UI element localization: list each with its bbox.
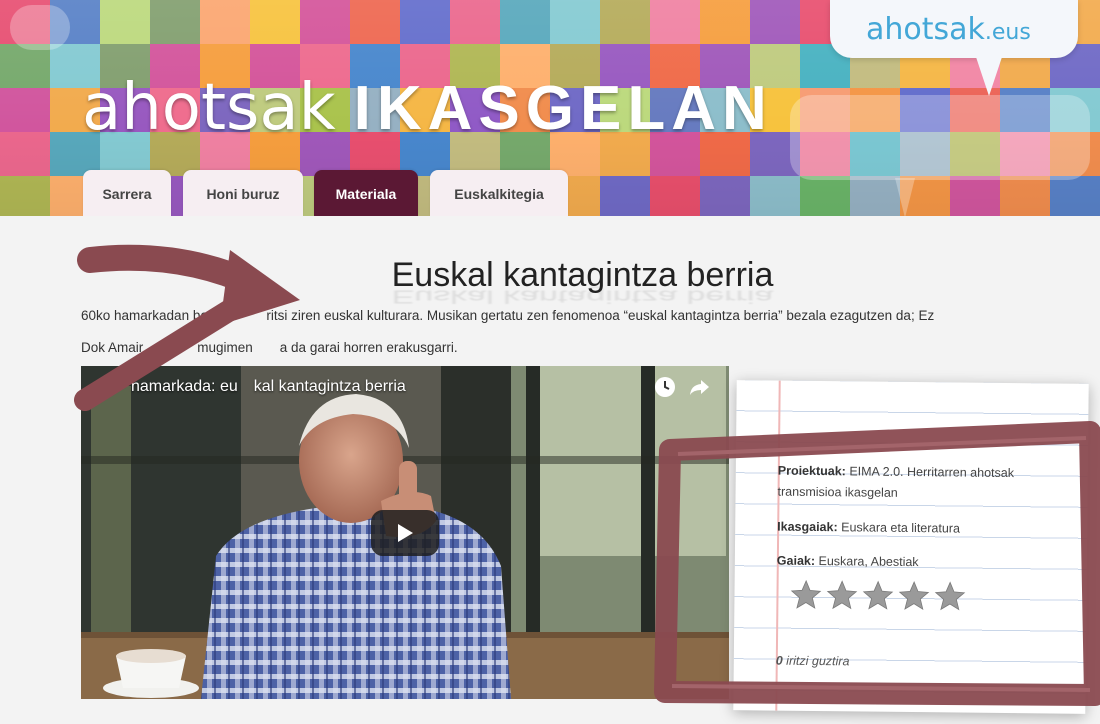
decorative-bubble <box>10 5 70 50</box>
info-card: Proiektuak: EIMA 2.0. Herritarren ahotsa… <box>733 380 1089 714</box>
star-rating <box>789 579 969 618</box>
card-projects: Proiektuak: EIMA 2.0. Herritarren ahotsa… <box>777 461 1067 506</box>
site-logo[interactable]: ahotsak IKASGELAN <box>82 68 773 149</box>
star-icon[interactable] <box>825 579 858 611</box>
topics-value[interactable]: Euskara, Abestiak <box>815 554 918 569</box>
star-icon[interactable] <box>933 580 966 612</box>
clock-icon[interactable] <box>653 375 677 399</box>
votes-text: iritzi guztira <box>782 653 850 669</box>
intro-paragraph: 60ko hamarkadan ber ritsi ziren euskal k… <box>81 300 1081 364</box>
video-title[interactable]: hamarkada: eu kal kantagintza berria <box>115 378 406 396</box>
ahotsak-eus-link[interactable]: ahotsak.eus <box>866 12 1031 51</box>
star-icon[interactable] <box>861 579 894 611</box>
play-button[interactable] <box>371 510 439 556</box>
video-player[interactable]: hamarkada: eu kal kantagintza berria <box>81 366 729 699</box>
card-subjects: Ikasgaiak: Euskara eta literatura <box>777 517 1067 541</box>
tab-sarrera[interactable]: Sarrera <box>83 170 171 216</box>
tab-euskalkitegia[interactable]: Euskalkitegia <box>430 170 568 216</box>
projects-value[interactable]: EIMA 2.0. Herritarren ahotsak <box>846 464 1014 480</box>
topics-label: Gaiak: <box>776 553 816 568</box>
site-header: ahotsak IKASGELAN ahotsak.eus Sarrera Hon… <box>0 0 1100 216</box>
logo-text-ahotsak: ahotsak <box>82 71 336 145</box>
star-icon[interactable] <box>789 579 822 611</box>
projects-label: Proiektuak: <box>777 463 846 479</box>
intro-line-2: Dok Amair mugimen a da garai horren erak… <box>81 340 458 355</box>
logo-text-ikasgelan: IKASGELAN <box>353 74 773 143</box>
star-icon[interactable] <box>897 580 930 612</box>
subjects-label: Ikasgaiak: <box>777 519 838 535</box>
page-title: Euskal kantagintza berria <box>391 256 774 294</box>
tab-materiala[interactable]: Materiala <box>314 170 418 216</box>
intro-line-1: 60ko hamarkadan ber ritsi ziren euskal k… <box>81 308 935 323</box>
share-icon[interactable] <box>687 375 711 399</box>
tab-honi-buruz[interactable]: Honi buruz <box>183 170 303 216</box>
subjects-value[interactable]: Euskara eta literatura <box>838 520 960 535</box>
projects-value-2[interactable]: transmisioa ikasgelan <box>777 485 897 500</box>
decorative-bubble <box>790 95 1090 180</box>
votes-summary: 0 iritzi guztira <box>776 654 850 669</box>
card-topics: Gaiak: Euskara, Abestiak <box>777 551 1067 575</box>
